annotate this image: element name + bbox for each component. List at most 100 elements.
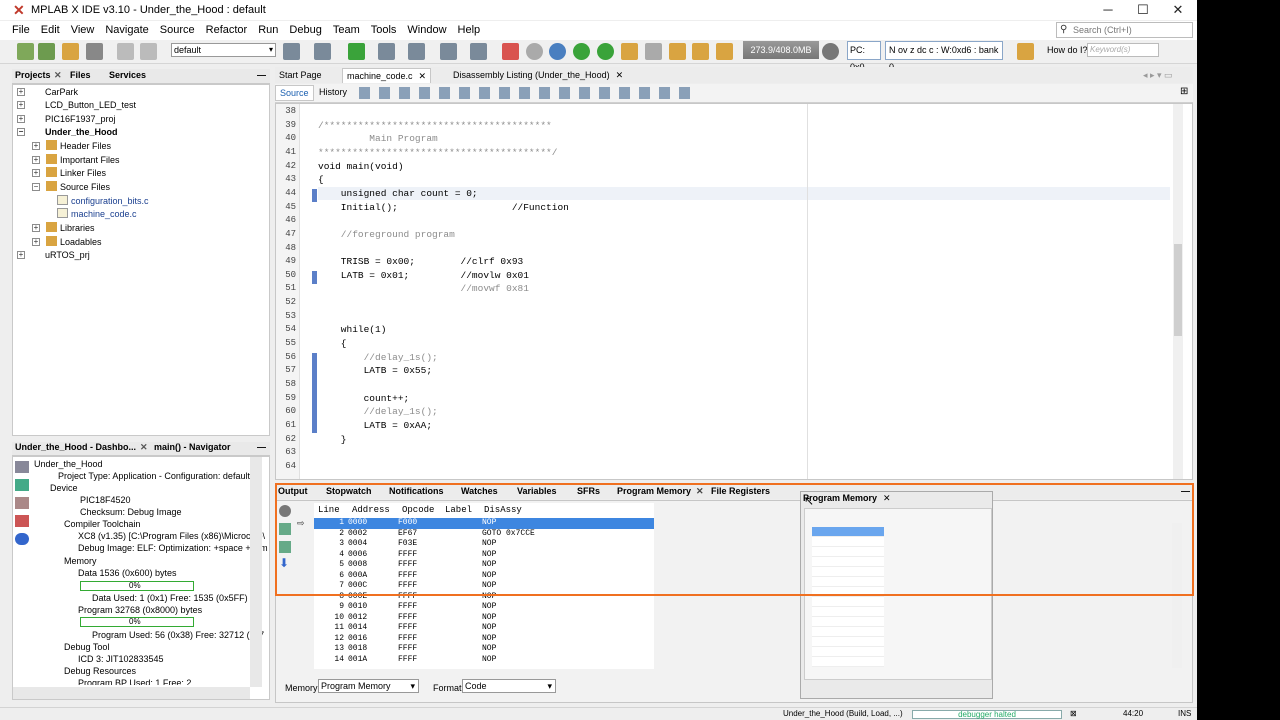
editor-action-icons[interactable] [359, 87, 699, 99]
menu-run[interactable]: Run [258, 21, 278, 36]
step-out-icon[interactable] [645, 43, 662, 60]
table-row[interactable]: 12 0016 FFFF NOP [314, 634, 654, 645]
read-device-icon[interactable] [408, 43, 425, 60]
open-project-icon[interactable] [62, 43, 79, 60]
table-row[interactable]: 14 001A FFFF NOP [314, 655, 654, 666]
tree-item-machine-code[interactable]: machine_code.c [57, 208, 137, 221]
tab-dashboard[interactable]: Under_the_Hood - Dashbo... [15, 442, 136, 452]
menu-help[interactable]: Help [458, 21, 481, 36]
menu-view[interactable]: View [71, 21, 95, 36]
tree-item-pic16[interactable]: + PIC16F1937_proj [17, 113, 116, 126]
minimize-panel-icon[interactable]: — [257, 442, 266, 452]
cart-icon[interactable] [1017, 43, 1034, 60]
hold-reset-icon[interactable] [440, 43, 457, 60]
pdf-icon[interactable] [15, 515, 29, 527]
undo-icon[interactable] [117, 43, 134, 60]
minimize-button[interactable]: ─ [1091, 0, 1125, 20]
table-row[interactable]: 11 0014 FFFF NOP [314, 623, 654, 634]
table-row[interactable]: 13 0018 FFFF NOP [314, 644, 654, 655]
tree-item-carpark[interactable]: + CarPark [17, 86, 78, 99]
code-line[interactable]: //foreground program [318, 229, 455, 240]
menu-team[interactable]: Team [333, 21, 360, 36]
tree-item-loadables[interactable]: + Loadables [32, 236, 102, 249]
expand-icon[interactable]: + [32, 169, 40, 177]
collapse-icon[interactable]: − [17, 128, 25, 136]
tree-item-under-the-hood[interactable]: − Under_the_Hood [17, 126, 118, 139]
tab-files[interactable]: Files [70, 70, 91, 80]
menu-tools[interactable]: Tools [371, 21, 397, 36]
menu-window[interactable]: Window [407, 21, 446, 36]
menu-edit[interactable]: Edit [41, 21, 60, 36]
code-line[interactable]: count++; [318, 393, 410, 404]
table-row[interactable]: 10 0012 FFFF NOP [314, 613, 654, 624]
close-icon[interactable]: ✕ [54, 70, 62, 81]
refresh-icon[interactable] [15, 479, 29, 491]
tab-navigator[interactable]: main() - Navigator [154, 442, 231, 452]
tree-item-linker-files[interactable]: + Linker Files [32, 167, 106, 180]
tab-start-page[interactable]: Start Page [275, 68, 326, 83]
continue-icon[interactable] [573, 43, 590, 60]
expand-icon[interactable]: + [17, 101, 25, 109]
tree-item-lcd[interactable]: + LCD_Button_LED_test [17, 99, 136, 112]
source-mode-button[interactable]: Source [275, 85, 314, 101]
code-line[interactable]: { [318, 174, 324, 185]
tree-item-configuration-bits[interactable]: configuration_bits.c [57, 195, 149, 208]
expand-icon[interactable]: + [32, 142, 40, 150]
redo-icon[interactable] [140, 43, 157, 60]
code-line[interactable]: while(1) [318, 324, 387, 335]
expand-icon[interactable]: + [32, 238, 40, 246]
step-into-icon[interactable] [621, 43, 638, 60]
gc-icon[interactable] [822, 43, 839, 60]
dashboard-settings-icon[interactable] [15, 461, 29, 473]
code-line[interactable]: /***************************************… [318, 120, 552, 131]
code-editor[interactable]: 38 39 40 41 42 43 44 45 46 47 48 49 50 51 52 53 54 55 56 57… [275, 103, 1193, 480]
configuration-select[interactable]: default ▾ [171, 43, 276, 57]
tab-services[interactable]: Services [109, 70, 146, 80]
horizontal-scrollbar[interactable] [13, 687, 250, 699]
debug-info-icon[interactable] [15, 497, 29, 509]
memory-select[interactable]: Program Memory ▾ [318, 679, 419, 693]
dash-item[interactable]: Device [50, 482, 78, 495]
expand-icon[interactable]: + [17, 115, 25, 123]
close-button[interactable]: ✕ [1161, 0, 1195, 20]
step-over-icon[interactable] [597, 43, 614, 60]
reset-icon[interactable] [549, 43, 566, 60]
program-device-icon[interactable] [378, 43, 395, 60]
scroll-thumb[interactable] [1174, 244, 1182, 336]
tab-projects[interactable]: Projects [15, 70, 51, 80]
tree-item-source-files[interactable]: − Source Files [32, 181, 110, 194]
menu-debug[interactable]: Debug [289, 21, 321, 36]
set-pc-icon[interactable] [692, 43, 709, 60]
code-line[interactable]: LATB = 0x01; //movlw 0x01 [318, 270, 529, 281]
vertical-scrollbar[interactable] [250, 457, 262, 687]
help-icon[interactable] [15, 533, 29, 545]
clean-build-icon[interactable] [314, 43, 331, 60]
code-line[interactable]: LATB = 0xAA; [318, 420, 432, 431]
collapse-icon[interactable]: − [32, 183, 40, 191]
notification-icon[interactable]: ⊠ [1070, 709, 1077, 718]
focus-pc-icon[interactable] [716, 43, 733, 60]
debug-project-icon[interactable] [470, 43, 487, 60]
table-row[interactable]: 9 0010 FFFF NOP [314, 602, 654, 613]
expand-icon[interactable]: + [17, 88, 25, 96]
new-project-icon[interactable] [38, 43, 55, 60]
tree-item-important-files[interactable]: + Important Files [32, 154, 120, 167]
scroll-tabs-icon[interactable]: ◂ ▸ ▾ ▭ [1139, 68, 1177, 83]
code-line[interactable]: TRISB = 0x00; //clrf 0x93 [318, 256, 523, 267]
format-select[interactable]: Code ▾ [462, 679, 556, 693]
save-all-icon[interactable] [86, 43, 103, 60]
run-to-cursor-icon[interactable] [669, 43, 686, 60]
menu-source[interactable]: Source [160, 21, 195, 36]
code-line[interactable]: //delay_1s(); [318, 406, 438, 417]
tab-disassembly[interactable]: Disassembly Listing (Under_the_Hood) ✕ [449, 68, 627, 83]
run-icon[interactable] [348, 43, 365, 60]
code-line[interactable]: LATB = 0x55; [318, 365, 432, 376]
expand-icon[interactable]: + [32, 224, 40, 232]
code-line[interactable]: void main(void) [318, 161, 404, 172]
tab-machine-code[interactable]: machine_code.c ✕ [342, 68, 432, 83]
history-mode-button[interactable]: History [319, 87, 347, 97]
code-line[interactable]: { [318, 338, 347, 349]
pause-icon[interactable] [526, 43, 543, 60]
tree-item-urtos[interactable]: + uRTOS_prj [17, 249, 90, 262]
maximize-button[interactable]: ☐ [1126, 0, 1160, 20]
